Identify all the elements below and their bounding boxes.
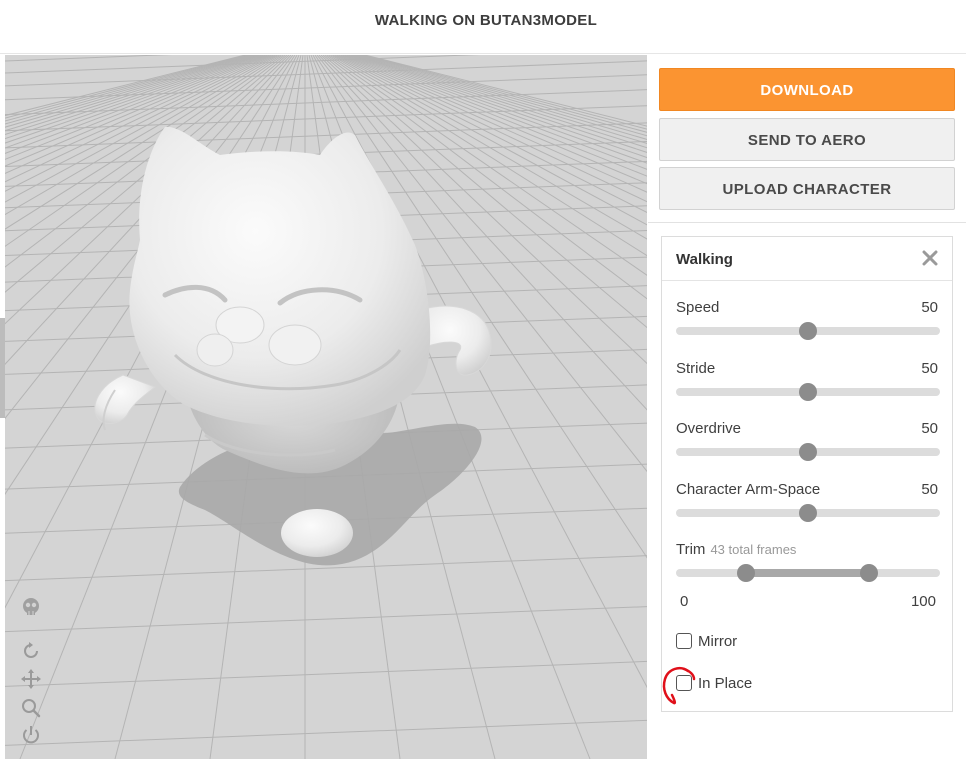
overdrive-value: 50 (921, 420, 938, 437)
overdrive-slider-thumb[interactable] (799, 443, 817, 461)
3d-viewport[interactable] (5, 55, 647, 759)
rotate-icon[interactable] (20, 640, 42, 662)
animation-title: Walking (676, 251, 733, 268)
stride-value: 50 (921, 360, 938, 377)
trim-label-text: Trim (676, 541, 706, 558)
send-to-aero-button[interactable]: SEND TO AERO (659, 118, 955, 161)
download-button[interactable]: DOWNLOAD (659, 68, 955, 111)
arm-space-label: Character Arm-Space (676, 481, 821, 498)
trim-range-fill (745, 569, 869, 577)
trim-start-thumb[interactable] (736, 564, 755, 582)
trim-end-thumb[interactable] (859, 564, 878, 582)
mirror-option[interactable]: Mirror (676, 630, 737, 652)
page-title: WALKING ON BUTAN3MODEL (374, 12, 598, 29)
arm-space-slider[interactable] (676, 504, 940, 522)
pan-icon[interactable] (20, 668, 42, 690)
close-icon[interactable] (920, 248, 940, 268)
top-bar: WALKING ON BUTAN3MODEL (0, 0, 966, 54)
trim-min-label: 0 (680, 593, 689, 610)
power-icon[interactable] (20, 724, 42, 746)
card-header: Walking (662, 237, 952, 281)
in-place-label: In Place (698, 674, 753, 692)
speed-slider-thumb[interactable] (799, 322, 817, 340)
in-place-option[interactable]: In Place (676, 672, 752, 694)
in-place-checkbox[interactable] (676, 675, 692, 691)
speed-slider[interactable] (676, 322, 940, 340)
skeleton-icon[interactable] (20, 596, 42, 618)
speed-label: Speed (676, 299, 720, 316)
viewport-scene (5, 55, 647, 759)
stride-label: Stride (676, 360, 716, 377)
upload-character-button[interactable]: UPLOAD CHARACTER (659, 167, 955, 210)
arm-space-value: 50 (921, 481, 938, 498)
mirror-checkbox[interactable] (676, 633, 692, 649)
animation-settings-card: Walking Speed 50 Stride 50 Overdrive 50 … (661, 236, 953, 712)
side-panel: DOWNLOAD SEND TO AERO UPLOAD CHARACTER W… (648, 55, 966, 759)
stride-slider[interactable] (676, 383, 940, 401)
mirror-label: Mirror (698, 632, 738, 650)
speed-value: 50 (921, 299, 938, 316)
overdrive-slider[interactable] (676, 443, 940, 461)
trim-max-label: 100 (910, 593, 936, 610)
trim-range-slider[interactable] (676, 564, 940, 582)
trim-frames-count: 43 total frames (710, 542, 797, 557)
zoom-icon[interactable] (20, 697, 42, 719)
trim-label: Trim 43 total frames (676, 541, 796, 558)
stride-slider-thumb[interactable] (799, 383, 817, 401)
panel-divider (648, 222, 966, 223)
overdrive-label: Overdrive (676, 420, 742, 437)
arm-space-slider-thumb[interactable] (799, 504, 817, 522)
